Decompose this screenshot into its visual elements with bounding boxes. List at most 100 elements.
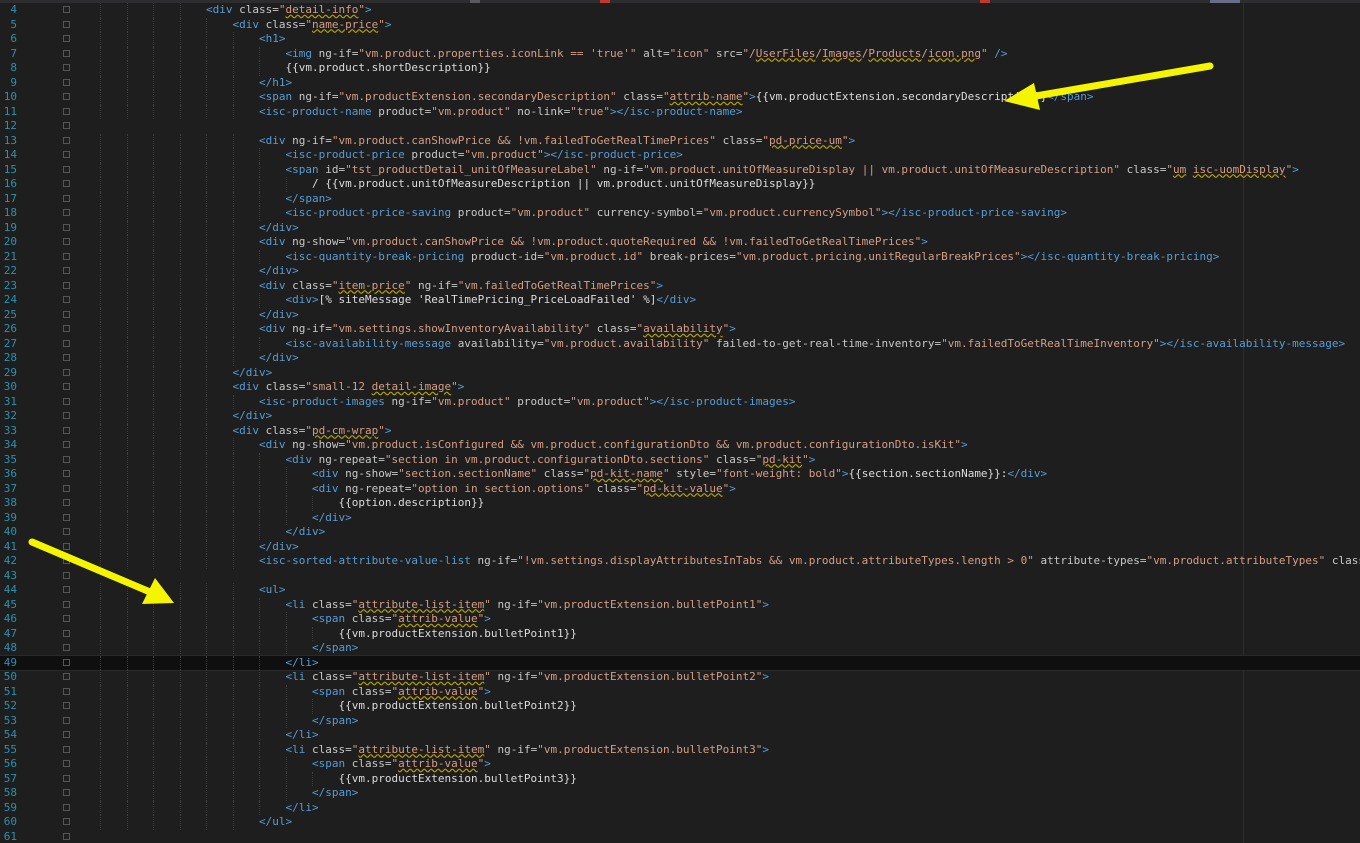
fold-marker-icon[interactable]	[63, 35, 70, 42]
fold-marker-icon[interactable]	[63, 122, 70, 129]
fold-marker-icon[interactable]	[63, 339, 70, 347]
fold-marker-icon[interactable]	[63, 49, 70, 57]
fold-marker-icon[interactable]	[63, 586, 70, 593]
fold-marker-icon[interactable]	[63, 455, 70, 463]
fold-marker-icon[interactable]	[63, 484, 70, 492]
fold-marker-icon[interactable]	[63, 78, 70, 86]
fold-marker-icon[interactable]	[63, 789, 70, 796]
code-line[interactable]: 31 <isc-product-images ng-if="vm.product"…	[0, 394, 1360, 409]
fold-marker-icon[interactable]	[63, 20, 70, 28]
code-line[interactable]: 30 <div class="small-12 detail-image">	[0, 380, 1360, 395]
code-line[interactable]: 60 </ul>	[0, 815, 1360, 830]
code-line[interactable]: 13 <div ng-if="vm.product.canShowPrice &&…	[0, 133, 1360, 148]
code-line[interactable]: 22 </div>	[0, 264, 1360, 279]
fold-marker-icon[interactable]	[63, 470, 70, 477]
fold-marker-icon[interactable]	[63, 296, 70, 303]
code-line[interactable]: 9 </h1>	[0, 75, 1360, 90]
fold-marker-icon[interactable]	[63, 513, 70, 521]
code-line[interactable]: 46 <span class="attrib-value">	[0, 612, 1360, 627]
code-line[interactable]: 44 <ul>	[0, 583, 1360, 598]
fold-marker-icon[interactable]	[63, 165, 70, 173]
fold-marker-icon[interactable]	[63, 223, 70, 231]
code-line[interactable]: 59 </li>	[0, 800, 1360, 815]
fold-marker-icon[interactable]	[63, 325, 70, 332]
code-line[interactable]: 48 </span>	[0, 641, 1360, 656]
code-line[interactable]: 14 <isc-product-price product="vm.product…	[0, 148, 1360, 163]
code-line[interactable]: 28 </div>	[0, 351, 1360, 366]
code-line[interactable]: 45 <li class="attribute-list-item" ng-if=…	[0, 597, 1360, 612]
code-line[interactable]: 43	[0, 569, 1360, 584]
fold-marker-icon[interactable]	[63, 441, 70, 448]
fold-marker-icon[interactable]	[63, 687, 70, 695]
fold-marker-icon[interactable]	[63, 716, 70, 724]
code-line[interactable]: 18 <isc-product-price-saving product="vm.…	[0, 206, 1360, 221]
code-line[interactable]: 25 </div>	[0, 307, 1360, 322]
fold-marker-icon[interactable]	[63, 238, 70, 245]
code-line[interactable]: 57 {{vm.productExtension.bulletPoint3}}	[0, 771, 1360, 786]
code-line[interactable]: 17 </span>	[0, 191, 1360, 206]
code-line[interactable]: 23 <div class="item-price" ng-if="vm.fail…	[0, 278, 1360, 293]
code-line[interactable]: 42 <isc-sorted-attribute-value-list ng-if…	[0, 554, 1360, 569]
fold-marker-icon[interactable]	[63, 528, 70, 535]
fold-marker-icon[interactable]	[63, 426, 70, 434]
fold-marker-icon[interactable]	[63, 499, 70, 506]
fold-marker-icon[interactable]	[63, 64, 70, 71]
fold-marker-icon[interactable]	[63, 644, 70, 651]
fold-marker-icon[interactable]	[63, 818, 70, 825]
fold-marker-icon[interactable]	[63, 557, 70, 564]
fold-marker-icon[interactable]	[63, 615, 70, 622]
fold-marker-icon[interactable]	[63, 194, 70, 202]
code-line[interactable]: 56 <span class="attrib-value">	[0, 757, 1360, 772]
code-line[interactable]: 61	[0, 830, 1360, 843]
fold-marker-icon[interactable]	[63, 731, 70, 738]
code-line[interactable]: 34 <div ng-show="vm.product.isConfigured …	[0, 438, 1360, 453]
code-line[interactable]: 19 </div>	[0, 220, 1360, 235]
fold-marker-icon[interactable]	[63, 542, 70, 550]
fold-marker-icon[interactable]	[63, 774, 70, 782]
code-line[interactable]: 12	[0, 119, 1360, 134]
code-line[interactable]: 58 </span>	[0, 786, 1360, 801]
fold-marker-icon[interactable]	[63, 107, 70, 115]
code-line[interactable]: 33 <div class="pd-cm-wrap">	[0, 423, 1360, 438]
code-line[interactable]: 53 </span>	[0, 713, 1360, 728]
code-line[interactable]: 35 <div ng-repeat="section in vm.product.…	[0, 452, 1360, 467]
code-line[interactable]: 41 </div>	[0, 539, 1360, 554]
fold-marker-icon[interactable]	[63, 383, 70, 390]
fold-marker-icon[interactable]	[63, 412, 70, 419]
code-line[interactable]: 15 <span id="tst_productDetail_unitOfMeas…	[0, 162, 1360, 177]
code-line[interactable]: 38 {{option.description}}	[0, 496, 1360, 511]
code-line[interactable]: 16 / {{vm.product.unitOfMeasureDescriptio…	[0, 177, 1360, 192]
fold-marker-icon[interactable]	[63, 629, 70, 637]
code-line[interactable]: 29 </div>	[0, 365, 1360, 380]
code-line[interactable]: 54 </li>	[0, 728, 1360, 743]
code-line[interactable]: 10 <span ng-if="vm.productExtension.secon…	[0, 90, 1360, 105]
code-line[interactable]: 32 </div>	[0, 409, 1360, 424]
code-line[interactable]: 11 <isc-product-name product="vm.product"…	[0, 104, 1360, 119]
fold-marker-icon[interactable]	[63, 136, 70, 144]
fold-marker-icon[interactable]	[63, 702, 70, 709]
fold-marker-icon[interactable]	[63, 368, 70, 376]
code-line[interactable]: 4 <div class="detail-info">	[0, 3, 1360, 18]
code-line[interactable]: 27 <isc-availability-message availability…	[0, 336, 1360, 351]
fold-marker-icon[interactable]	[63, 267, 70, 274]
code-line[interactable]: 40 </div>	[0, 525, 1360, 540]
code-line[interactable]: 36 <div ng-show="section.sectionName" cla…	[0, 467, 1360, 482]
fold-marker-icon[interactable]	[63, 397, 70, 405]
code-line[interactable]: 26 <div ng-if="vm.settings.showInventoryA…	[0, 322, 1360, 337]
fold-marker-icon[interactable]	[63, 803, 70, 811]
code-line[interactable]: 7 <img ng-if="vm.product.properties.iconL…	[0, 46, 1360, 61]
code-line[interactable]: 55 <li class="attribute-list-item" ng-if=…	[0, 742, 1360, 757]
fold-marker-icon[interactable]	[63, 252, 70, 260]
code-line[interactable]: 47 {{vm.productExtension.bulletPoint1}}	[0, 626, 1360, 641]
code-line[interactable]: 6 <h1>	[0, 32, 1360, 47]
fold-marker-icon[interactable]	[63, 6, 70, 13]
fold-marker-icon[interactable]	[63, 151, 70, 158]
fold-marker-icon[interactable]	[63, 354, 70, 361]
fold-marker-icon[interactable]	[63, 310, 70, 318]
fold-marker-icon[interactable]	[63, 600, 70, 608]
code-line[interactable]: 49 </li>	[0, 654, 1360, 671]
code-line[interactable]: 20 <div ng-show="vm.product.canShowPrice …	[0, 235, 1360, 250]
code-line[interactable]: 21 <isc-quantity-break-pricing product-id…	[0, 249, 1360, 264]
fold-marker-icon[interactable]	[63, 673, 70, 680]
fold-marker-icon[interactable]	[63, 658, 70, 666]
